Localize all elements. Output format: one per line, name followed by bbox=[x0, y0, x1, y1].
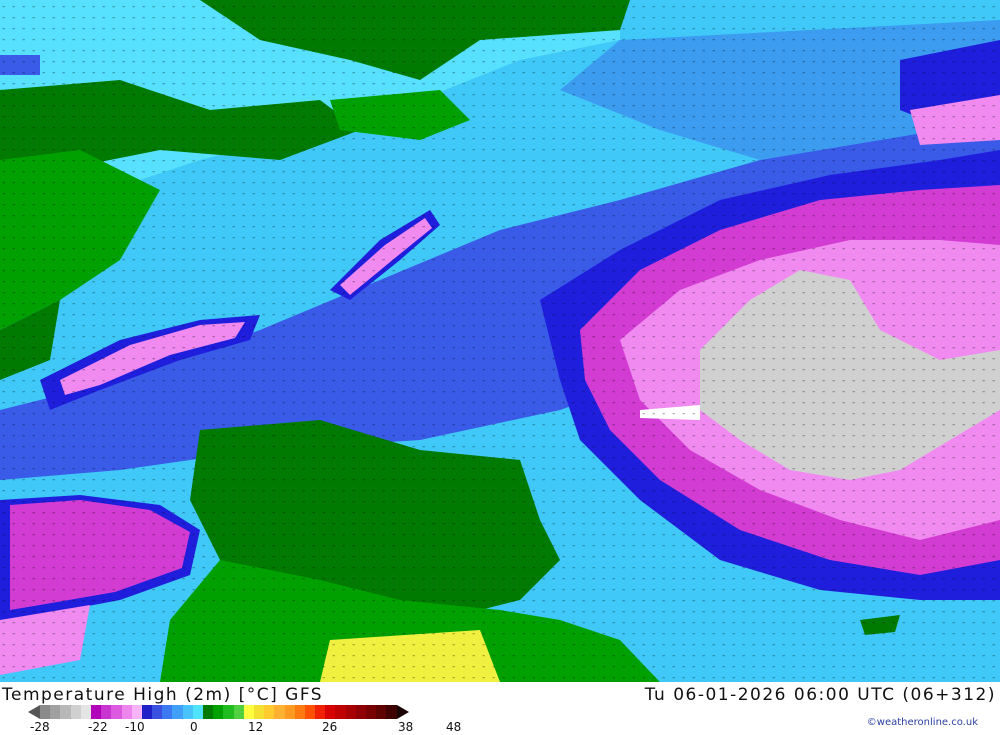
legend-label: -10 bbox=[125, 720, 145, 734]
legend-label: 38 bbox=[398, 720, 414, 734]
legend-swatch bbox=[274, 705, 285, 719]
legend-swatch bbox=[60, 705, 71, 719]
legend-swatch bbox=[90, 705, 102, 719]
legend-swatch bbox=[233, 705, 244, 719]
legend-swatch bbox=[386, 705, 397, 719]
legend-arrow-left bbox=[28, 705, 40, 719]
legend-label: -28 bbox=[30, 720, 50, 734]
legend-label: 48 bbox=[446, 720, 462, 734]
legend-swatch bbox=[345, 705, 356, 719]
color-legend bbox=[28, 705, 409, 719]
legend-swatch bbox=[141, 705, 153, 719]
legend-swatch bbox=[376, 705, 387, 719]
legend-swatch bbox=[172, 705, 183, 719]
temperature-map: - bbox=[0, 0, 1000, 682]
legend-swatch bbox=[264, 705, 275, 719]
legend-swatch bbox=[335, 705, 346, 719]
legend-swatch bbox=[80, 705, 91, 719]
legend-swatch bbox=[203, 705, 214, 719]
map-footer: Temperature High (2m) [°C] GFS Tu 06-01-… bbox=[0, 682, 1000, 734]
legend-swatch bbox=[294, 705, 305, 719]
legend-swatch bbox=[131, 705, 142, 719]
legend-swatch bbox=[284, 705, 295, 719]
legend-swatch bbox=[315, 705, 326, 719]
legend-swatch bbox=[192, 705, 203, 719]
legend-swatch bbox=[213, 705, 224, 719]
legend-label: 26 bbox=[322, 720, 338, 734]
temperature-map-canvas: - bbox=[0, 0, 1000, 682]
legend-arrow-right bbox=[396, 705, 409, 719]
legend-swatch bbox=[70, 705, 81, 719]
map-title: Temperature High (2m) [°C] GFS bbox=[2, 685, 324, 705]
legend-swatch bbox=[253, 705, 265, 719]
credit-link[interactable]: ©weatheronline.co.uk bbox=[867, 717, 978, 728]
legend-swatch bbox=[40, 705, 51, 719]
legend-swatch bbox=[152, 705, 163, 719]
legend-swatch bbox=[355, 705, 366, 719]
legend-swatch bbox=[182, 705, 193, 719]
legend-swatch bbox=[101, 705, 112, 719]
value-grid-overlay bbox=[0, 0, 1000, 682]
legend-swatch bbox=[162, 705, 173, 719]
legend-swatch bbox=[111, 705, 122, 719]
legend-swatches bbox=[40, 705, 397, 719]
legend-swatch bbox=[304, 705, 316, 719]
legend-swatch bbox=[243, 705, 254, 719]
legend-swatch bbox=[325, 705, 336, 719]
legend-swatch bbox=[366, 705, 377, 719]
legend-swatch bbox=[121, 705, 132, 719]
map-timestamp: Tu 06-01-2026 06:00 UTC (06+312) bbox=[644, 685, 996, 705]
legend-swatch bbox=[50, 705, 61, 719]
legend-swatch bbox=[223, 705, 234, 719]
legend-label: 0 bbox=[190, 720, 198, 734]
legend-label: 12 bbox=[248, 720, 264, 734]
legend-label: -22 bbox=[88, 720, 108, 734]
